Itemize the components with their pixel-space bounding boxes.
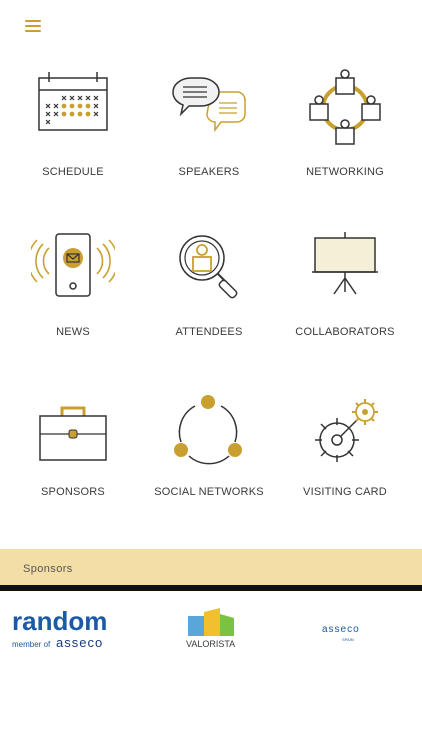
tile-label-collaborators: COLLABORATORS [295, 326, 395, 338]
logo-asseco-sub: SPAIN [342, 637, 354, 642]
tile-social-networks[interactable]: SOCIAL NETWORKS [139, 380, 279, 530]
tile-label-visiting-card: VISITING CARD [303, 486, 387, 498]
speech-bubbles-icon [172, 77, 246, 133]
phone-message-icon [31, 233, 115, 297]
hamburger-menu-icon[interactable] [25, 20, 41, 32]
logo-random-asseco[interactable]: random member of asseco [12, 606, 130, 652]
tile-attendees[interactable]: ATTENDEES [139, 220, 279, 370]
tile-speakers[interactable]: SPEAKERS [139, 60, 279, 210]
tile-visiting-card[interactable]: VISITING CARD [275, 380, 415, 530]
tile-sponsors[interactable]: SPONSORS [3, 380, 143, 530]
social-nodes-icon [174, 395, 242, 465]
tile-networking[interactable]: NETWORKING [275, 60, 415, 210]
tile-news[interactable]: NEWS [3, 220, 143, 370]
tile-label-speakers: SPEAKERS [178, 166, 240, 178]
tile-label-networking: NETWORKING [306, 166, 384, 178]
calendar-icon [38, 72, 108, 131]
logo-random-sub: member of [12, 640, 51, 649]
logo-asseco-spain[interactable]: asseco SPAIN [320, 620, 384, 644]
tile-label-sponsors: SPONSORS [41, 486, 105, 498]
divider [0, 585, 422, 591]
sponsors-title: Sponsors [23, 563, 73, 575]
gears-target-icon [315, 399, 378, 462]
magnifier-person-icon [179, 235, 238, 299]
logo-valorista[interactable]: VALORISTA [184, 608, 244, 650]
projector-screen-icon [312, 232, 378, 295]
tile-label-news: NEWS [56, 326, 90, 338]
logo-random-brand: asseco [56, 635, 103, 650]
tile-label-attendees: ATTENDEES [175, 326, 243, 338]
people-network-icon [309, 69, 381, 145]
briefcase-icon [39, 406, 107, 461]
logo-asseco-text: asseco [322, 624, 360, 635]
tile-label-social-networks: SOCIAL NETWORKS [154, 486, 264, 498]
tile-schedule[interactable]: SCHEDULE [3, 60, 143, 210]
sponsors-bar: Sponsors [0, 549, 422, 585]
tile-label-schedule: SCHEDULE [42, 166, 104, 178]
tile-collaborators[interactable]: COLLABORATORS [275, 220, 415, 370]
logo-valorista-text: VALORISTA [186, 639, 235, 649]
